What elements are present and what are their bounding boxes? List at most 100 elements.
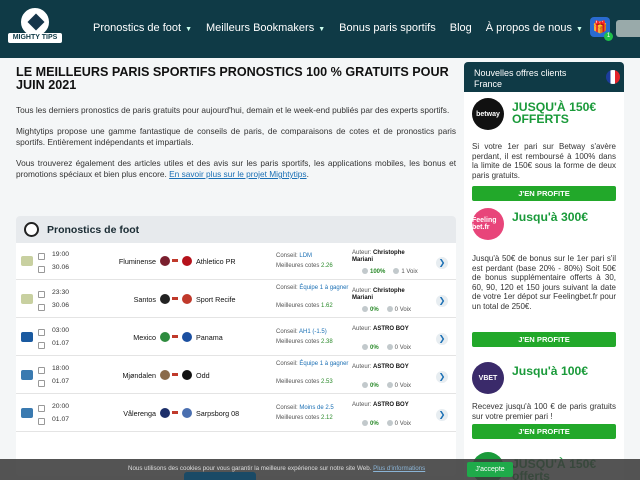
claim-offer-button[interactable]: J'EN PROFITE	[472, 424, 616, 439]
cookie-banner: Nous utilisons des cookies pour vous gar…	[0, 459, 640, 480]
vote-count: 0	[394, 383, 399, 389]
odds-label: Meilleures cotes	[276, 263, 320, 269]
match-hour: 03:00	[52, 327, 70, 334]
panel-more-button[interactable]	[184, 472, 256, 480]
intro-section: LE MEILLEURS PARIS SPORTIFS PRONOSTICS 1…	[16, 66, 456, 180]
clock-icon	[38, 405, 45, 412]
panel-header: Pronostics de foot	[16, 216, 456, 243]
nav-item-4[interactable]: À propos de nous ▼	[486, 22, 583, 34]
offer-headline: JUSQU'À 150€ OFFERTS	[512, 100, 597, 126]
tip-value[interactable]: Équipe 1 à gagner	[299, 285, 348, 291]
odds-value: 2.38	[321, 339, 333, 345]
odds-line: Meilleures cotes 2.12	[276, 414, 333, 422]
nav-item-0[interactable]: Pronostics de foot ▼	[93, 22, 192, 34]
author-label: Auteur:	[352, 288, 372, 294]
vote-count: 1	[401, 269, 405, 275]
chevron-right-icon[interactable]: ❯	[436, 333, 448, 345]
bookmaker-logo[interactable]: Feeling bet.fr	[472, 208, 504, 240]
check-icon	[362, 306, 368, 312]
gift-button[interactable]: 🎁 1	[590, 17, 613, 41]
tip-line: Conseil: Moins de 2.5	[276, 404, 350, 412]
home-team-crest-icon	[160, 294, 170, 304]
chevron-right-icon[interactable]: ❯	[436, 295, 448, 307]
nav-item-label: À propos de nous	[485, 22, 573, 34]
home-team: Santos	[133, 295, 156, 304]
home-team: Mjøndalen	[122, 371, 156, 380]
tip-line: Conseil: Équipe 1 à gagner	[276, 284, 350, 292]
mightytips-logo[interactable]: MIGHTY TIPS	[8, 6, 62, 50]
match-row[interactable]: 18:00 01.07 Mjøndalen Odd Conseil: Équipe…	[16, 360, 456, 394]
offer-card: VBET Jusqu'à 100€ Recevez jusqu'à 100 € d…	[464, 356, 624, 444]
match-row[interactable]: 19:00 30.06 Fluminense Athletico PR Conse…	[16, 246, 456, 280]
win-percent: 0%	[370, 345, 379, 351]
vote-stats: 0% 0 Voix	[362, 420, 411, 427]
soccer-ball-icon	[24, 222, 39, 237]
tip-value[interactable]: AH1 (-1.5)	[299, 329, 327, 335]
home-team-crest-icon	[160, 370, 170, 380]
vote-label: Voix	[399, 421, 412, 427]
clock-icon	[38, 329, 45, 336]
match-time: 18:00 01.07	[52, 363, 69, 387]
versus-icon	[172, 411, 178, 414]
bookmaker-logo[interactable]: VBET	[472, 362, 504, 394]
intro-paragraph-3-end: .	[306, 169, 309, 179]
intro-paragraph-1: Tous les derniers pronostics de paris gr…	[16, 105, 450, 115]
win-percent: 0%	[370, 307, 379, 313]
bookmaker-logo[interactable]: betway	[472, 98, 504, 130]
chevron-down-icon: ▼	[185, 26, 192, 33]
tip-label: Conseil:	[276, 253, 298, 259]
author-name: ASTRO BOY	[373, 364, 409, 370]
win-percent: 0%	[370, 421, 379, 427]
odds-line: Meilleures cotes 2.53	[276, 378, 333, 386]
nav-item-1[interactable]: Meilleurs Bookmakers ▼	[206, 22, 325, 34]
tip-value[interactable]: Équipe 1 à gagner	[299, 361, 348, 367]
clock-icon	[38, 291, 45, 298]
away-team: Panama	[196, 333, 223, 342]
nav-item-3[interactable]: Blog	[450, 22, 472, 34]
away-team: Athletico PR	[196, 257, 236, 266]
chevron-down-icon: ▼	[318, 26, 326, 33]
odds-line: Meilleures cotes 2.38	[276, 338, 333, 346]
claim-offer-button[interactable]: J'EN PROFITE	[472, 186, 616, 201]
match-time: 19:00 30.06	[52, 249, 69, 273]
tip-label: Conseil:	[276, 361, 298, 367]
vote-label: Voix	[406, 269, 418, 275]
away-team-crest-icon	[182, 294, 192, 304]
chevron-right-icon[interactable]: ❯	[436, 371, 448, 383]
calendar-icon	[38, 380, 45, 387]
cookie-message: Nous utilisons des cookies pour vous gar…	[128, 465, 372, 472]
claim-offer-button[interactable]: J'EN PROFITE	[472, 332, 616, 347]
match-date: 01.07	[52, 340, 70, 347]
away-team-crest-icon	[182, 408, 192, 418]
chevron-right-icon[interactable]: ❯	[436, 409, 448, 421]
chevron-right-icon[interactable]: ❯	[436, 257, 448, 269]
tip-value[interactable]: LDM	[299, 253, 312, 259]
user-menu-button[interactable]	[616, 20, 640, 37]
match-date: 30.06	[52, 302, 70, 309]
match-row[interactable]: 20:00 01.07 Vålerenga Sarpsborg 08 Consei…	[16, 398, 456, 432]
cookie-info-link[interactable]: Plus d'informations	[373, 465, 425, 472]
match-hour: 18:00	[52, 365, 70, 372]
competition-logo-icon	[21, 332, 33, 342]
away-team: Sarpsborg 08	[196, 409, 240, 418]
vote-icon	[386, 306, 393, 312]
cookie-accept-button[interactable]: J'accepte	[467, 462, 513, 477]
author-line: Auteur: ASTRO BOY	[352, 326, 418, 333]
match-time: 20:00 01.07	[52, 401, 69, 425]
intro-paragraph-2: Mightytips propose une gamme fantastique…	[16, 126, 456, 147]
home-team: Fluminense	[118, 257, 156, 266]
match-row[interactable]: 23:30 30.06 Santos Sport Recife Conseil: …	[16, 284, 456, 318]
odds-label: Meilleures cotes	[276, 303, 320, 309]
author-name: ASTRO BOY	[373, 402, 409, 408]
check-icon	[362, 382, 368, 388]
tip-line: Conseil: Équipe 1 à gagner	[276, 360, 350, 368]
sidebar-title: Nouvelles offres clients France	[474, 68, 567, 89]
odds-value: 2.53	[321, 379, 333, 385]
panel-title: Pronostics de foot	[47, 223, 140, 236]
match-row[interactable]: 03:00 01.07 Mexico Panama Conseil: AH1 (-…	[16, 322, 456, 356]
author-line: Auteur: ASTRO BOY	[352, 364, 418, 371]
nav-item-2[interactable]: Bonus paris sportifs	[339, 22, 436, 34]
learn-more-link[interactable]: En savoir plus sur le projet Mightytips	[169, 169, 306, 179]
tip-value[interactable]: Moins de 2.5	[299, 405, 333, 411]
bookmaker-logo-text: VBET	[478, 374, 498, 382]
